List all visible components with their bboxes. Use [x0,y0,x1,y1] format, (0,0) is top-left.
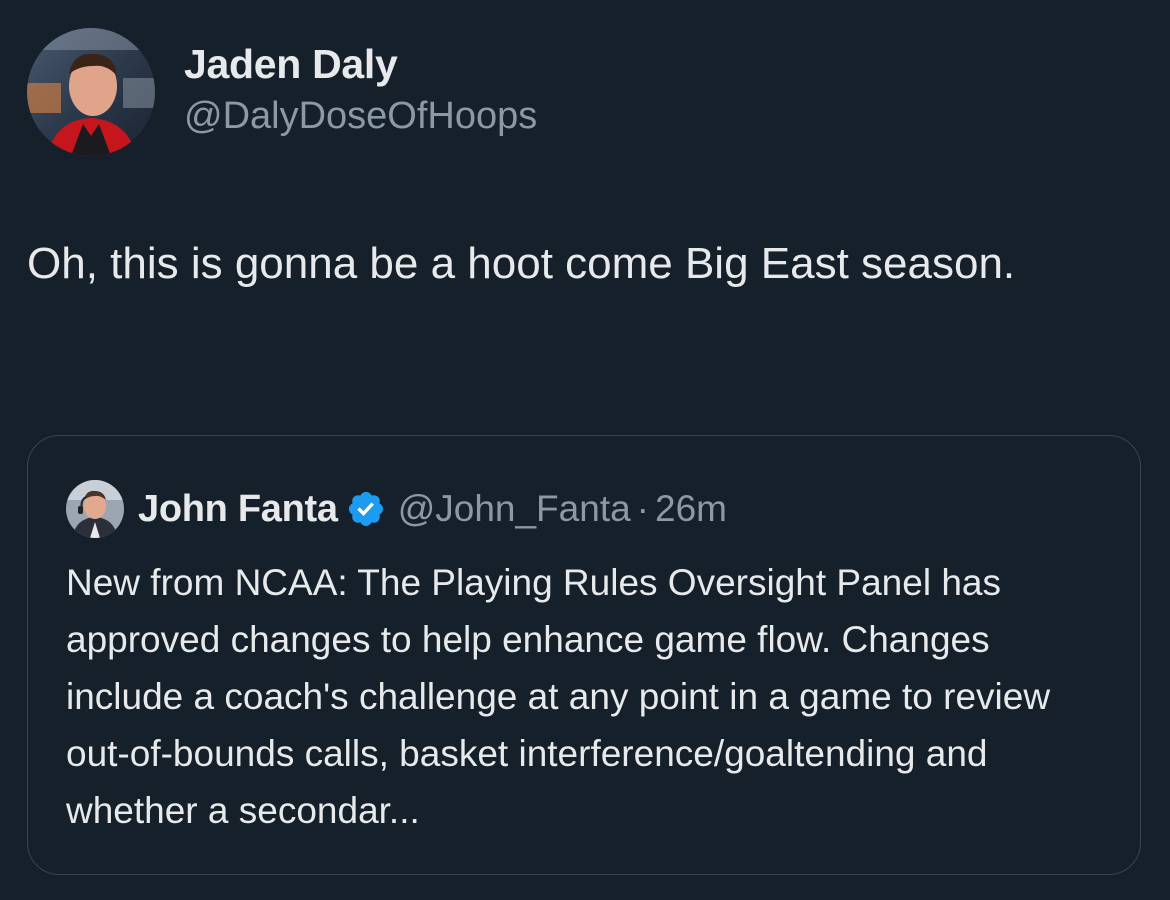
separator-dot: · [636,488,649,529]
tweet-text: Oh, this is gonna be a hoot come Big Eas… [27,239,1016,288]
quoted-author-avatar[interactable] [66,480,124,538]
author-avatar[interactable] [27,28,155,156]
quoted-tweet-timestamp[interactable]: 26m [655,488,727,530]
author-handle[interactable]: @DalyDoseOfHoops [184,92,537,140]
quoted-author-display-name[interactable]: John Fanta [138,488,338,531]
quoted-tweet-text: New from NCAA: The Playing Rules Oversig… [66,562,1051,831]
tweet-author: Jaden Daly @DalyDoseOfHoops [27,28,537,156]
quoted-tweet-card[interactable]: John Fanta @John_Fanta · 26m New from NC… [27,435,1141,875]
quoted-tweet-header: John Fanta @John_Fanta · 26m [66,480,727,538]
verified-badge-icon [346,489,386,529]
quoted-author-handle[interactable]: @John_Fanta [398,488,631,530]
author-display-name[interactable]: Jaden Daly [184,40,537,88]
